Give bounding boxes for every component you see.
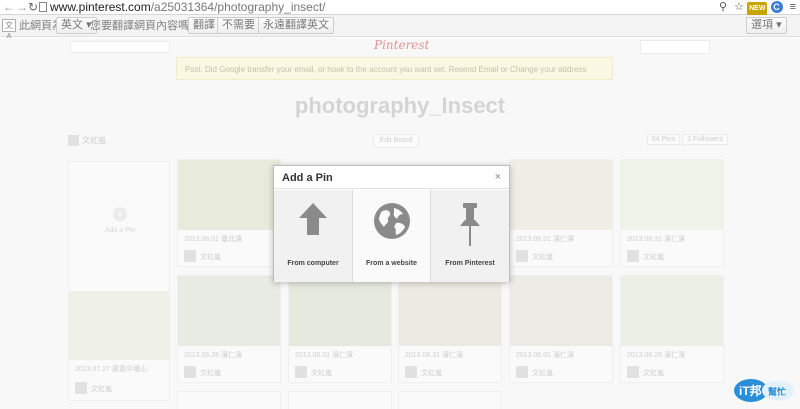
back-icon[interactable]: ← xyxy=(3,0,15,14)
from-website-label: From a website xyxy=(366,260,417,267)
url-host: www.pinterest.com xyxy=(50,0,151,14)
pushpin-icon xyxy=(460,203,480,246)
watermark-brand: iT邦 xyxy=(739,383,762,398)
close-icon[interactable]: × xyxy=(495,171,501,183)
modal-header: Add a Pin × xyxy=(274,166,509,189)
browser-urlbar: ← → ↻ www.pinterest.com/a25031364/photog… xyxy=(0,0,800,16)
globe-icon xyxy=(373,203,410,239)
url-path: /a25031364/photography_insect/ xyxy=(150,0,326,14)
zoom-icon[interactable]: ⚲ xyxy=(719,0,727,14)
from-pinterest-label: From Pinterest xyxy=(445,260,495,267)
address-field[interactable]: www.pinterest.com/a25031364/photography_… xyxy=(50,0,326,14)
reload-icon[interactable]: ↻ xyxy=(28,0,38,14)
from-website-button[interactable]: From a website xyxy=(353,190,431,282)
upload-arrow-icon xyxy=(299,203,327,235)
extension-c-icon[interactable]: C xyxy=(770,1,783,13)
menu-icon[interactable]: ≡ xyxy=(790,0,796,14)
add-pin-modal: Add a Pin × From computer From a website xyxy=(273,165,510,282)
watermark-sub: 幫忙 xyxy=(768,386,786,397)
from-computer-label: From computer xyxy=(287,260,339,267)
forward-icon[interactable]: → xyxy=(16,0,28,14)
from-computer-button[interactable]: From computer xyxy=(274,190,353,282)
page-icon xyxy=(39,2,47,12)
modal-title: Add a Pin xyxy=(282,172,333,184)
from-pinterest-button[interactable]: From Pinterest xyxy=(431,190,509,282)
extension-new-badge[interactable]: NEW xyxy=(747,2,768,16)
star-icon[interactable]: ☆ xyxy=(734,0,744,14)
ithome-watermark-logo: iT邦 幫忙 xyxy=(734,379,794,402)
